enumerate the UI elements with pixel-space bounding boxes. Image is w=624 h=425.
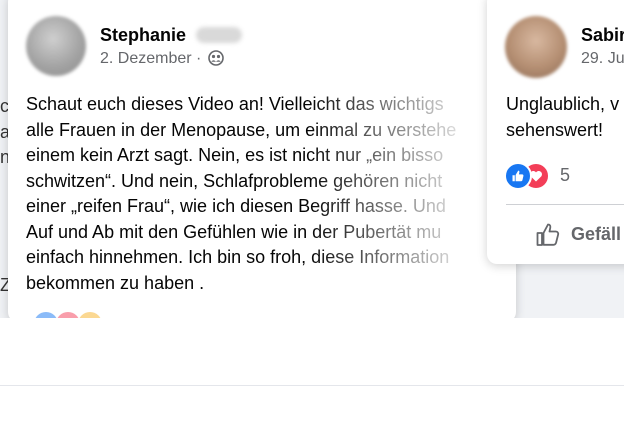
blurred-surname bbox=[196, 27, 243, 43]
post-meta: 2. Dezember · bbox=[100, 50, 224, 71]
post-date[interactable]: 29. Ju bbox=[581, 50, 624, 68]
reaction-count[interactable]: 5 bbox=[560, 165, 570, 186]
post-text-line: einer „reifen Frau“, wie ich diesen Begr… bbox=[26, 196, 446, 216]
main-post-card: Stephanie 2. Dezember · Schaut euch dies… bbox=[8, 0, 516, 318]
thumbs-up-icon bbox=[536, 223, 560, 246]
meta-separator: · bbox=[196, 50, 202, 67]
post-text-line: Unglaublich, v bbox=[506, 94, 620, 114]
post-text-line: einem kein Arzt sagt. Nein, es ist nicht… bbox=[26, 145, 444, 165]
like-button-label: Gefäll bbox=[571, 224, 622, 244]
post-text-line: schwitzen“. Und nein, Schlafprobleme geh… bbox=[26, 170, 443, 191]
post-text-line: Auf und Ab mit den Gefühlen wie in der P… bbox=[26, 221, 442, 242]
post-text-line: bekommen zu haben . bbox=[26, 272, 205, 293]
haha-reaction-icon bbox=[78, 312, 102, 318]
post-text-line: Schaut euch dieses Video an! Vielleicht … bbox=[26, 94, 444, 114]
love-reaction-icon bbox=[56, 312, 80, 318]
post-date[interactable]: 2. Dezember bbox=[100, 50, 192, 67]
action-divider bbox=[506, 204, 624, 205]
friends-icon[interactable] bbox=[208, 50, 224, 71]
feed-carousel: c a n Z Stephanie 2. Dezember · Schaut e… bbox=[0, 0, 624, 318]
post-text: Unglaublich, v sehenswert! bbox=[506, 92, 624, 143]
author-name[interactable]: Sabir bbox=[581, 25, 624, 46]
author-name[interactable]: Stephanie bbox=[100, 25, 243, 46]
like-reaction-icon bbox=[34, 312, 58, 318]
post-text-line: alle Frauen in der Menopause, um einmal … bbox=[26, 119, 457, 140]
side-post-card: Sabir 29. Ju Unglaublich, v sehenswert! … bbox=[487, 0, 624, 264]
author-first-name[interactable]: Stephanie bbox=[100, 25, 186, 45]
page-bottom-area bbox=[0, 385, 624, 425]
author-avatar[interactable] bbox=[26, 16, 86, 76]
author-avatar[interactable] bbox=[505, 16, 567, 78]
post-text-line: sehenswert! bbox=[506, 119, 604, 140]
post-text-line: einfach hinnehmen. Ich bin so froh, dies… bbox=[26, 247, 450, 267]
like-reaction-icon bbox=[504, 162, 532, 190]
post-text: Schaut euch dieses Video an! Vielleicht … bbox=[26, 92, 516, 296]
